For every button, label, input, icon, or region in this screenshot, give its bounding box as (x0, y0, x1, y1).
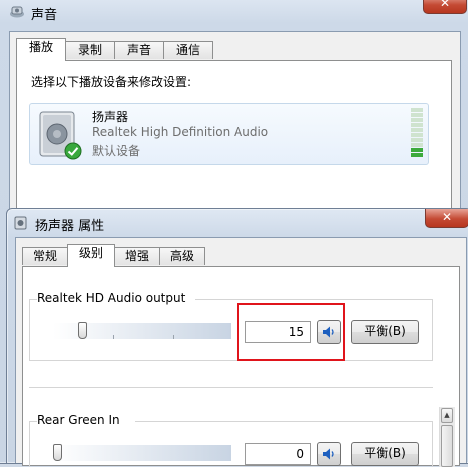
volume-slider-thumb-output[interactable] (78, 322, 88, 339)
device-item-speakers[interactable]: 扬声器 Realtek High Definition Audio 默认设备 (29, 103, 429, 165)
slider-tick (113, 335, 114, 339)
close-icon: ✕ (441, 210, 453, 224)
speaker-small-icon (14, 216, 27, 230)
level-meter-cell (411, 118, 423, 122)
volume-value-rear-green[interactable]: 0 (245, 443, 311, 465)
tab-playback[interactable]: 播放 (16, 38, 66, 61)
speaker-properties-dialog: 扬声器 属性 ✕ 常规 级别 增强 高级 Realtek HD Audio ou… (6, 208, 468, 467)
level-label-rear-green: Rear Green In (37, 413, 123, 427)
tab-levels[interactable]: 级别 (67, 244, 115, 267)
level-meter-cell (411, 123, 423, 127)
close-icon: ✕ (439, 0, 451, 10)
level-meter-cell (411, 148, 423, 152)
level-meter-cell (411, 128, 423, 132)
device-name: 扬声器 (92, 110, 129, 124)
tab-sounds[interactable]: 声音 (114, 41, 164, 59)
scroll-thumb[interactable] (441, 425, 453, 467)
group-border (432, 421, 433, 467)
green-check-icon (64, 142, 82, 160)
level-meter-cell (411, 108, 423, 112)
device-status: 默认设备 (92, 144, 141, 158)
level-meter-cell (411, 113, 423, 117)
playback-instruction: 选择以下播放设备来修改设置: (31, 75, 192, 89)
sound-dialog-titlebar[interactable]: 声音 ✕ (0, 0, 468, 23)
volume-slider-track-rear-green[interactable] (53, 445, 231, 461)
highlight-box (237, 303, 345, 361)
level-meter-cell (411, 133, 423, 137)
group-border (29, 421, 37, 422)
balance-button-rear-green[interactable]: 平衡(B) (351, 442, 419, 466)
mute-button-rear-green[interactable] (317, 442, 341, 466)
speaker-properties-client: 常规 级别 增强 高级 Realtek HD Audio output 15 平… (15, 237, 467, 467)
device-driver: Realtek High Definition Audio (92, 125, 269, 139)
level-meter-cell (411, 153, 423, 157)
sound-dialog-title: 声音 (31, 8, 58, 23)
tab-enhancements[interactable]: 增强 (114, 247, 160, 265)
tab-recording[interactable]: 录制 (65, 41, 115, 59)
group-border (135, 421, 433, 422)
scroll-up-arrow[interactable]: ▲ (441, 408, 453, 423)
levels-scrollbar[interactable]: ▲ (439, 407, 455, 467)
slider-tick (173, 335, 174, 339)
levels-panel: Realtek HD Audio output 15 平衡(B) Rear Gr… (22, 266, 460, 467)
sound-app-icon (10, 6, 24, 18)
tab-general[interactable]: 常规 (22, 247, 68, 265)
speaker-properties-titlebar[interactable]: 扬声器 属性 ✕ (7, 209, 468, 237)
level-meter (411, 108, 425, 160)
group-border (29, 421, 30, 467)
speaker-volume-icon (323, 448, 334, 460)
tab-communications[interactable]: 通信 (163, 41, 213, 59)
level-meter-cell (411, 138, 423, 142)
volume-slider-thumb-rear-green[interactable] (53, 444, 62, 461)
sound-dialog-close-button[interactable]: ✕ (423, 0, 467, 14)
speaker-properties-close-button[interactable]: ✕ (425, 209, 468, 228)
balance-button-output[interactable]: 平衡(B) (351, 320, 419, 344)
level-meter-cell (411, 143, 423, 147)
tab-advanced[interactable]: 高级 (159, 247, 205, 265)
speaker-properties-title: 扬声器 属性 (35, 219, 105, 234)
separator (29, 387, 433, 388)
